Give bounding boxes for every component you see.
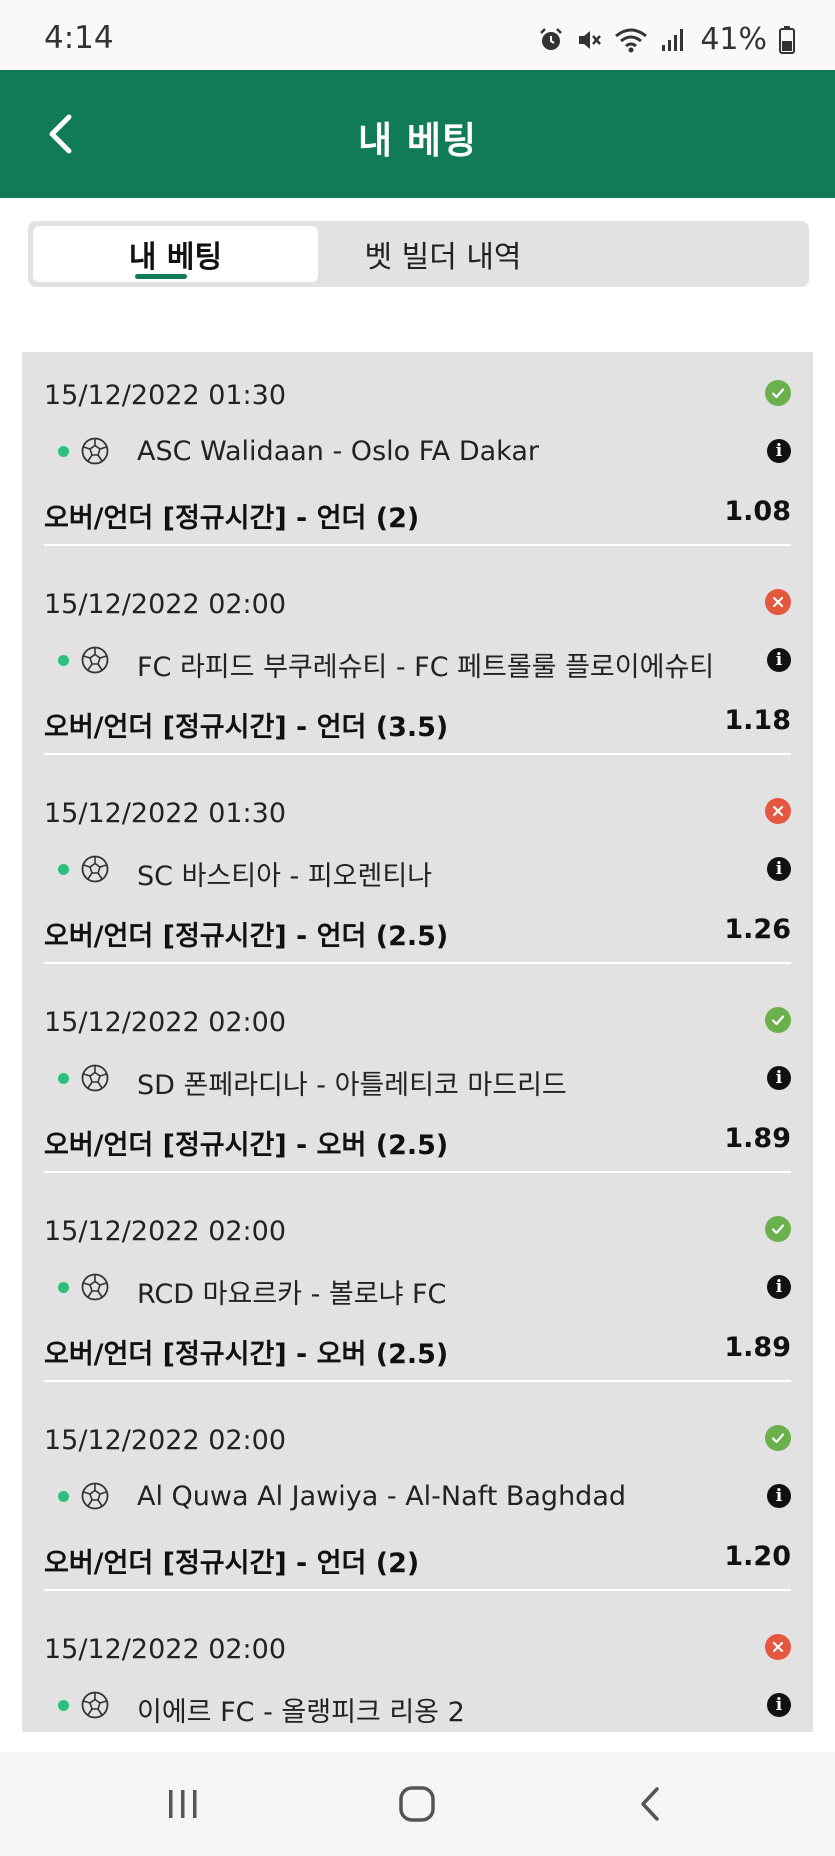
divider [44, 753, 791, 755]
check-icon [771, 1015, 785, 1026]
battery-icon [779, 25, 795, 54]
page-title: 내 베팅 [357, 119, 477, 162]
home-icon [399, 1786, 435, 1822]
soccer-ball-icon [81, 855, 109, 883]
system-nav-bar [0, 1752, 835, 1856]
bet-odds: 1.18 [724, 705, 791, 736]
soccer-ball-icon [81, 1691, 109, 1719]
back-arrow-icon [641, 1787, 659, 1821]
alarm-icon [540, 27, 563, 50]
divider [44, 1589, 791, 1591]
match-name: FC 라피드 부쿠레슈티 - FC 페트롤룰 플로이에슈티 [137, 652, 715, 683]
active-tab-indicator [135, 274, 187, 279]
info-icon[interactable]: i [767, 1484, 791, 1508]
soccer-ball-icon [81, 1273, 109, 1301]
match-name: RCD 마요르카 - 볼로냐 FC [137, 1279, 447, 1310]
live-indicator-dot [58, 655, 69, 666]
bet-date: 15/12/2022 02:00 [44, 1425, 287, 1456]
live-indicator-dot [58, 1491, 69, 1502]
bet-date: 15/12/2022 02:00 [44, 1007, 287, 1038]
check-icon [771, 1224, 785, 1235]
soccer-ball-icon [81, 646, 109, 674]
divider [44, 1380, 791, 1382]
recent-apps-button[interactable] [143, 1774, 223, 1834]
bet-date: 15/12/2022 01:30 [44, 798, 287, 829]
match-name: ASC Walidaan - Oslo FA Dakar [137, 436, 539, 467]
bet-item[interactable]: 15/12/2022 01:30 ASC Walidaan - Oslo FA D… [22, 352, 813, 561]
status-icons: 41% [538, 22, 795, 57]
x-circle-icon [765, 798, 791, 824]
live-indicator-dot [58, 1282, 69, 1293]
info-icon[interactable]: i [767, 1693, 791, 1717]
mute-icon [579, 30, 602, 49]
bet-market: 오버/언더 [정규시간] - 오버 (2.5) [44, 1339, 449, 1370]
bet-odds: 1.89 [724, 1332, 791, 1363]
soccer-ball-icon [81, 437, 109, 465]
info-icon[interactable]: i [767, 857, 791, 881]
tab-label: 내 베팅 [128, 240, 223, 275]
bet-list[interactable]: 15/12/2022 01:30 ASC Walidaan - Oslo FA D… [22, 352, 813, 1732]
tab-label: 벳 빌더 내역 [364, 240, 522, 275]
x-icon [772, 805, 784, 817]
divider [44, 544, 791, 546]
x-circle-icon [765, 1634, 791, 1660]
check-circle-icon [765, 1216, 791, 1242]
x-icon [772, 1641, 784, 1653]
bet-market: 오버/언더 [정규시간] - 오버 (2.5) [44, 1130, 449, 1161]
bet-odds: 1.20 [724, 1541, 791, 1572]
bet-market: 오버/언더 [정규시간] - 언더 (2.5) [44, 921, 449, 952]
divider [44, 962, 791, 964]
bet-market: 오버/언더 [정규시간] - 언더 (2) [44, 503, 420, 534]
info-icon[interactable]: i [767, 648, 791, 672]
info-icon[interactable]: i [767, 1066, 791, 1090]
bet-odds: 1.89 [724, 1123, 791, 1154]
bet-item[interactable]: 15/12/2022 02:00 Al Quwa Al Jawiya - Al-N… [22, 1397, 813, 1606]
bet-date: 15/12/2022 02:00 [44, 1216, 287, 1247]
soccer-ball-icon [81, 1482, 109, 1510]
live-indicator-dot [58, 1073, 69, 1084]
app-header: 내 베팅 [0, 70, 835, 198]
match-name: 이에르 FC - 올랭피크 리옹 2 [137, 1697, 465, 1728]
info-icon[interactable]: i [767, 1275, 791, 1299]
check-icon [771, 1433, 785, 1444]
live-indicator-dot [58, 864, 69, 875]
check-circle-icon [765, 380, 791, 406]
bet-item[interactable]: 15/12/2022 02:00 RCD 마요르카 - 볼로냐 FC i 오버/언더 … [22, 1188, 813, 1397]
bet-date: 15/12/2022 01:30 [44, 380, 287, 411]
info-icon[interactable]: i [767, 439, 791, 463]
match-name: SD 폰페라디나 - 아틀레티코 마드리드 [137, 1070, 567, 1101]
soccer-ball-icon [81, 1064, 109, 1092]
x-circle-icon [765, 589, 791, 615]
signal-icon [662, 28, 684, 51]
match-name: SC 바스티아 - 피오렌티나 [137, 861, 433, 892]
bet-odds: 1.26 [724, 914, 791, 945]
tab-bar: 내 베팅 벳 빌더 내역 [28, 221, 809, 287]
x-icon [772, 596, 784, 608]
bet-item[interactable]: 15/12/2022 02:00 SD 폰페라디나 - 아틀레티코 마드리드 i 오버… [22, 979, 813, 1188]
match-name: Al Quwa Al Jawiya - Al-Naft Baghdad [137, 1481, 627, 1512]
check-circle-icon [765, 1007, 791, 1033]
bet-date: 15/12/2022 02:00 [44, 1634, 287, 1665]
bet-market: 오버/언더 [정규시간] - 언더 (3.5) [44, 712, 449, 743]
tab-my-bets[interactable]: 내 베팅 [33, 226, 318, 282]
system-back-button[interactable] [610, 1774, 690, 1834]
wifi-icon [615, 28, 648, 52]
bet-market: 오버/언더 [정규시간] - 언더 (2) [44, 1548, 420, 1579]
check-circle-icon [765, 1425, 791, 1451]
recent-apps-icon [169, 1790, 197, 1818]
battery-percent: 41% [700, 22, 767, 57]
bet-date: 15/12/2022 02:00 [44, 589, 287, 620]
tab-bet-builder-history[interactable]: 벳 빌더 내역 [318, 226, 568, 282]
check-icon [771, 388, 785, 399]
bet-item[interactable]: 15/12/2022 02:00 이에르 FC - 올랭피크 리옹 2 i [22, 1606, 813, 1732]
status-time: 4:14 [44, 20, 114, 56]
live-indicator-dot [58, 1700, 69, 1711]
bet-item[interactable]: 15/12/2022 01:30 SC 바스티아 - 피오렌티나 i 오버/언더 [정… [22, 770, 813, 979]
bet-odds: 1.08 [724, 496, 791, 527]
divider [44, 1171, 791, 1173]
bet-item[interactable]: 15/12/2022 02:00 FC 라피드 부쿠레슈티 - FC 페트롤룰 플… [22, 561, 813, 770]
home-button[interactable] [377, 1774, 457, 1834]
status-bar: 4:14 41% [0, 0, 835, 70]
live-indicator-dot [58, 446, 69, 457]
